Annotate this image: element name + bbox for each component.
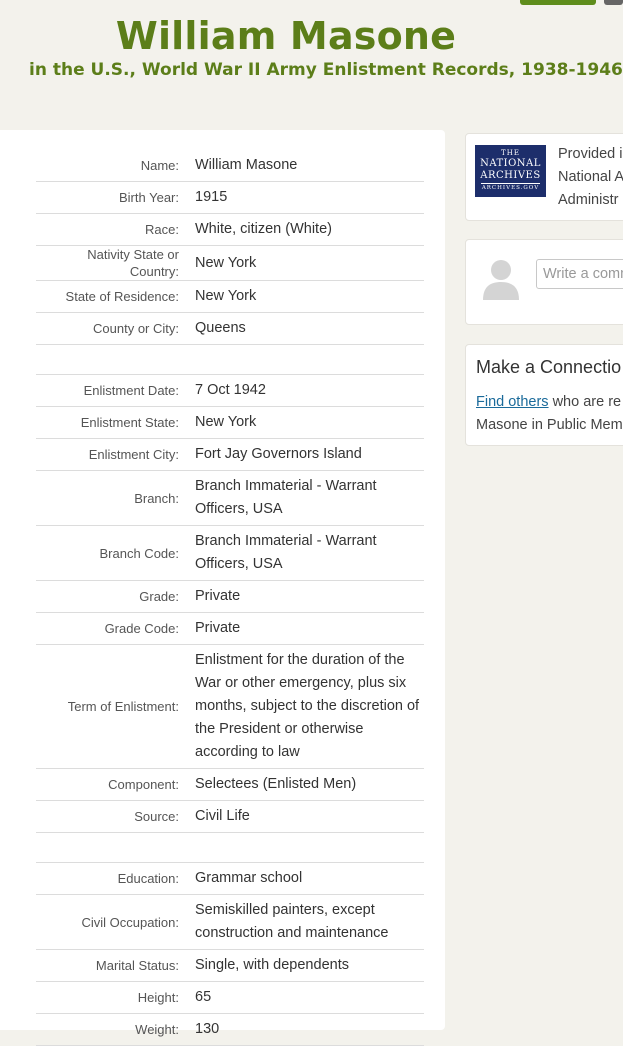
record-label: Weight:	[36, 1013, 195, 1046]
provider-text: Provided i National A Administr	[558, 146, 623, 208]
connection-card: Make a Connectio Find others who are re …	[465, 344, 623, 446]
record-value: Fort Jay Governors Island	[195, 438, 424, 471]
record-row: Nativity State or Country: New York	[36, 245, 424, 281]
record-value: Private	[195, 580, 424, 613]
record-value: Branch Immaterial - Warrant Officers, US…	[195, 470, 424, 526]
record-label: Branch Code:	[36, 525, 195, 581]
top-action-button[interactable]	[520, 0, 596, 5]
record-value: 65	[195, 981, 424, 1014]
provider-card: THE NATIONAL ARCHIVES ARCHIVES.GOV Provi…	[465, 133, 623, 221]
record-value: Branch Immaterial - Warrant Officers, US…	[195, 525, 424, 581]
record-value: Queens	[195, 312, 424, 345]
record-value: New York	[195, 280, 424, 313]
record-label: Branch:	[36, 470, 195, 526]
record-label: Source:	[36, 800, 195, 833]
record-label	[36, 832, 195, 863]
record-value: White, citizen (White)	[195, 213, 424, 246]
record-value: Selectees (Enlisted Men)	[195, 768, 424, 801]
record-label: Grade:	[36, 580, 195, 613]
record-row: Component: Selectees (Enlisted Men)	[36, 768, 424, 801]
comment-card: Write a comm	[465, 239, 623, 325]
comment-input[interactable]: Write a comm	[536, 259, 623, 289]
record-row: Civil Occupation: Semiskilled painters, e…	[36, 894, 424, 950]
record-label	[36, 344, 195, 375]
record-value: Single, with dependents	[195, 949, 424, 982]
record-value: Private	[195, 612, 424, 645]
record-spacer-row	[36, 344, 424, 375]
record-label: Marital Status:	[36, 949, 195, 982]
record-value: Enlistment for the duration of the War o…	[195, 644, 424, 769]
record-value: New York	[195, 406, 424, 439]
record-row: Race: White, citizen (White)	[36, 213, 424, 246]
connection-text: Find others who are re Masone in Public …	[476, 394, 623, 433]
record-label: Term of Enlistment:	[36, 644, 195, 769]
record-row: Enlistment City: Fort Jay Governors Islan…	[36, 438, 424, 471]
record-row: Education: Grammar school	[36, 862, 424, 895]
user-avatar-icon	[483, 260, 519, 300]
record-row: Grade: Private	[36, 580, 424, 613]
record-label: Nativity State or Country:	[36, 245, 195, 281]
record-label: Enlistment State:	[36, 406, 195, 439]
record-value: Civil Life	[195, 800, 424, 833]
record-row: Term of Enlistment: Enlistment for the du…	[36, 644, 424, 769]
record-label: Education:	[36, 862, 195, 895]
record-row: Branch Code: Branch Immaterial - Warrant …	[36, 525, 424, 581]
record-label: Height:	[36, 981, 195, 1014]
record-row: Name: William Masone	[36, 150, 424, 182]
record-row: Birth Year: 1915	[36, 181, 424, 214]
record-row: Source: Civil Life	[36, 800, 424, 833]
record-value: 7 Oct 1942	[195, 374, 424, 407]
record-value: William Masone	[195, 150, 424, 182]
top-secondary-button[interactable]	[604, 0, 623, 5]
record-row: Enlistment State: New York	[36, 406, 424, 439]
record-label: Name:	[36, 150, 195, 182]
page-title: William Masone	[115, 14, 457, 58]
record-row: Height: 65	[36, 981, 424, 1014]
record-row: Enlistment Date: 7 Oct 1942	[36, 374, 424, 407]
record-value: New York	[195, 245, 424, 281]
record-value: Semiskilled painters, except constructio…	[195, 894, 424, 950]
record-row: State of Residence: New York	[36, 280, 424, 313]
connection-title: Make a Connectio	[476, 357, 622, 377]
record-label: Civil Occupation:	[36, 894, 195, 950]
record-row: Marital Status: Single, with dependents	[36, 949, 424, 982]
record-spacer-row	[36, 832, 424, 863]
find-others-link[interactable]: Find others	[476, 394, 549, 410]
record-label: Birth Year:	[36, 181, 195, 214]
record-label: Race:	[36, 213, 195, 246]
record-label: Component:	[36, 768, 195, 801]
record-label: County or City:	[36, 312, 195, 345]
national-archives-logo[interactable]: THE NATIONAL ARCHIVES ARCHIVES.GOV	[475, 145, 546, 197]
record-value	[195, 344, 424, 375]
record-label: Grade Code:	[36, 612, 195, 645]
record-table: Name: William Masone Birth Year: 1915 Race: W…	[36, 150, 424, 1046]
page-subtitle: in the U.S., World War II Army Enlistmen…	[29, 60, 623, 80]
record-value	[195, 832, 424, 863]
record-value: 130	[195, 1013, 424, 1046]
record-row: County or City: Queens	[36, 312, 424, 345]
record-row: Branch: Branch Immaterial - Warrant Offic…	[36, 470, 424, 526]
record-value: Grammar school	[195, 862, 424, 895]
record-label: Enlistment City:	[36, 438, 195, 471]
record-label: State of Residence:	[36, 280, 195, 313]
record-row: Weight: 130	[36, 1013, 424, 1046]
record-value: 1915	[195, 181, 424, 214]
record-row: Grade Code: Private	[36, 612, 424, 645]
record-label: Enlistment Date:	[36, 374, 195, 407]
